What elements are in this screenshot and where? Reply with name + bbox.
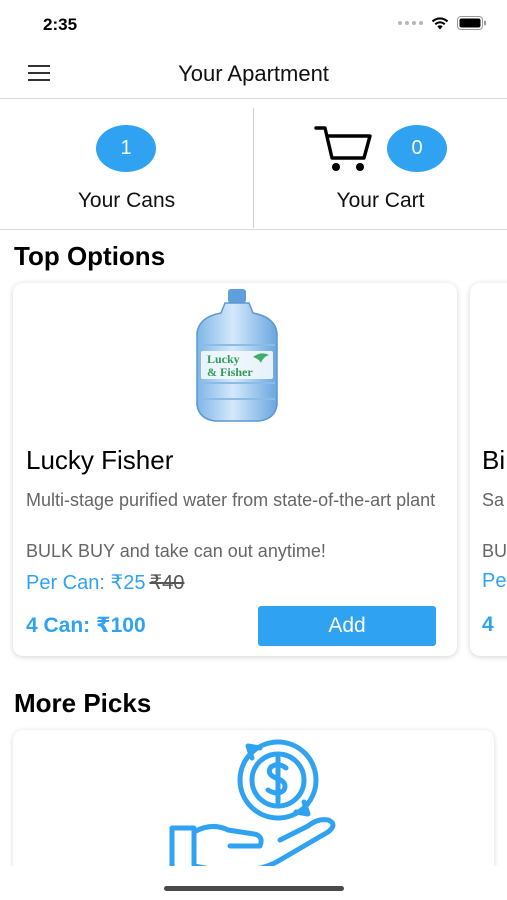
product-name: Lucky Fisher: [26, 445, 174, 475]
page-title: Your Apartment: [178, 61, 329, 86]
product-description: Sa qu: [482, 490, 507, 510]
your-cart-label: Your Cart: [336, 189, 425, 212]
summary-panel: 1 Your Cans 0 Your Cart: [0, 100, 507, 230]
bulk-price: 4 Can: ₹100: [26, 614, 146, 637]
product-card[interactable]: Lucky & Fisher Lucky Fisher Multi-stage …: [13, 283, 457, 656]
per-can-old-price: ₹40: [149, 572, 185, 594]
image-brand-line2: & Fisher: [207, 365, 253, 379]
shopping-cart-icon: [314, 126, 372, 171]
nav-bar: Your Apartment: [0, 50, 507, 99]
money-hand-icon: [169, 739, 336, 876]
more-picks-card[interactable]: [13, 730, 494, 880]
per-can-price: Pe: [482, 570, 507, 592]
cellular-signal-icon: [398, 21, 423, 25]
cans-count-badge: 1: [96, 125, 156, 172]
product-name: Bi: [482, 445, 506, 475]
image-brand-line1: Lucky: [207, 352, 240, 366]
add-to-cart-button[interactable]: Add: [258, 606, 436, 646]
your-cans-label: Your Cans: [77, 189, 176, 212]
battery-icon: [457, 16, 486, 30]
your-cart-button[interactable]: 0 Your Cart: [254, 100, 507, 230]
wifi-icon: [431, 16, 449, 29]
product-card[interactable]: Bi Sa qu BU Pe 4: [470, 283, 507, 656]
status-bar: 2:35: [0, 0, 507, 50]
top-options-title: Top Options: [14, 241, 166, 271]
cart-count-badge: 0: [387, 125, 447, 172]
your-cans-button[interactable]: 1 Your Cans: [0, 100, 253, 230]
bulk-price: 4: [482, 613, 494, 636]
product-promo: BULK BUY and take can out anytime!: [26, 541, 326, 561]
more-picks-title: More Picks: [14, 688, 152, 718]
bottom-bar: [0, 866, 507, 900]
per-can-price: Per Can: ₹25 ₹40: [26, 570, 184, 595]
status-icons: [398, 16, 487, 30]
home-indicator[interactable]: [164, 886, 344, 891]
product-promo: BU: [482, 541, 507, 561]
per-can-current-price: Per Can: ₹25: [26, 572, 146, 594]
status-time: 2:35: [43, 15, 78, 34]
product-description: Multi-stage purified water from state-of…: [26, 490, 436, 510]
water-can-image: Lucky & Fisher: [196, 289, 278, 422]
